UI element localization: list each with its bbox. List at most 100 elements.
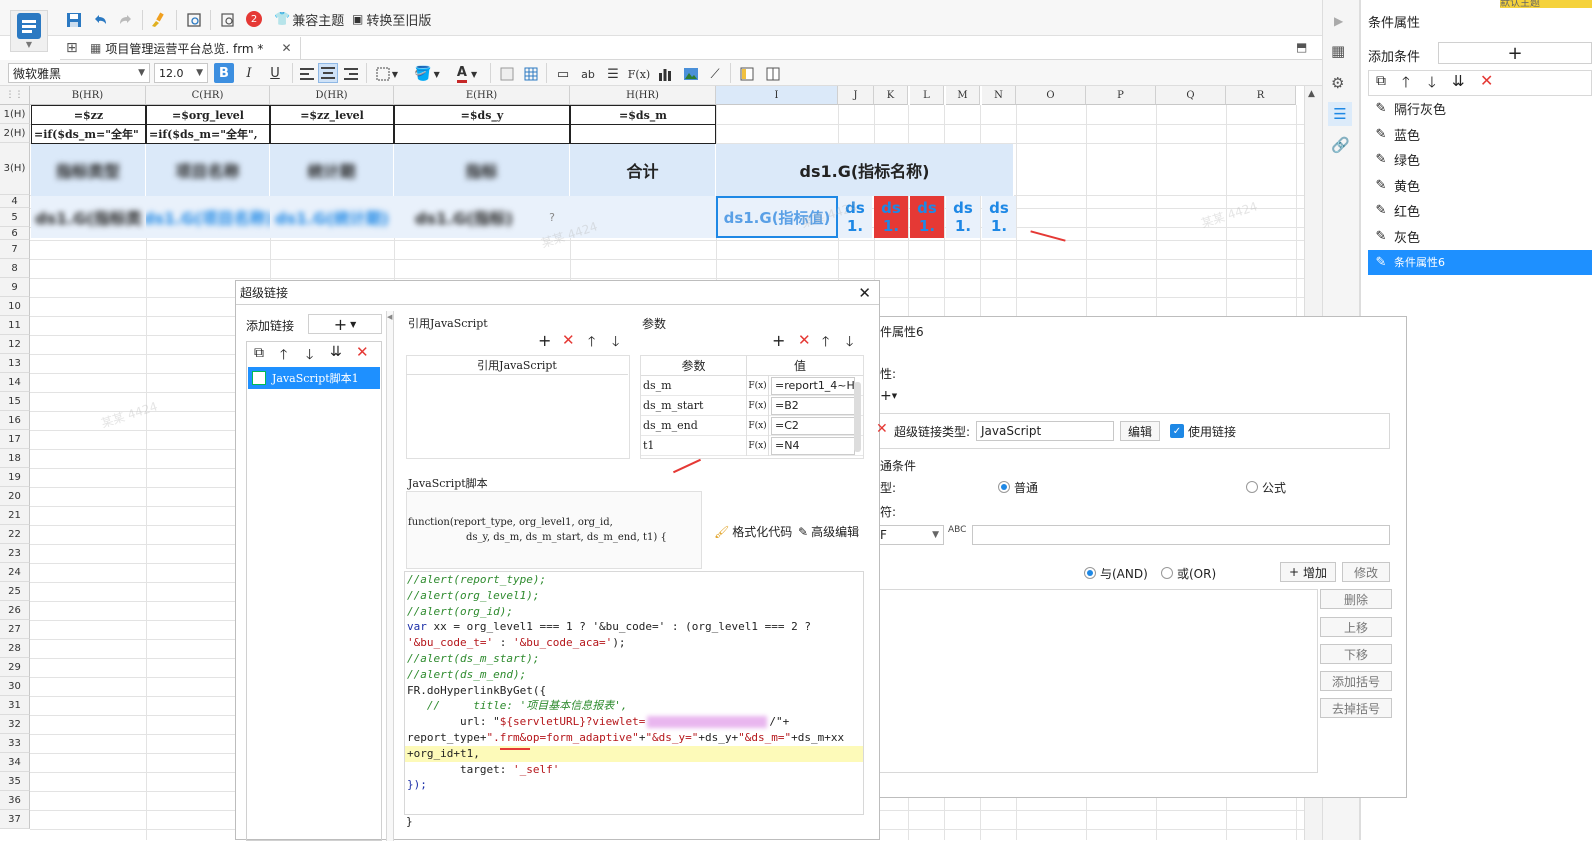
app-menu-button[interactable]: ▼ <box>10 10 48 52</box>
row-header[interactable]: 10 <box>0 297 30 316</box>
formula-button[interactable]: F(x) <box>747 415 769 436</box>
chevron-up-icon[interactable]: ▲ <box>1308 89 1315 99</box>
close-icon[interactable]: ✕ <box>281 41 291 55</box>
row-header[interactable]: 29 <box>0 658 30 677</box>
row-header[interactable]: 30 <box>0 677 30 696</box>
chart-icon[interactable] <box>656 63 674 85</box>
row-header[interactable]: 20 <box>0 487 30 506</box>
header-cell[interactable]: 项目名称 <box>146 144 270 196</box>
row-header[interactable]: 34 <box>0 753 30 772</box>
link-type-field[interactable]: JavaScript <box>976 421 1114 441</box>
row-header[interactable]: 28 <box>0 639 30 658</box>
data-cell[interactable]: ds1.G(统计期) <box>270 196 394 238</box>
small-data-cell[interactable]: ds 1. <box>874 196 908 238</box>
row-header[interactable]: 36 <box>0 791 30 810</box>
modify-button[interactable]: 修改 <box>1342 562 1390 582</box>
code-editor[interactable]: //alert(report_type); //alert(org_level1)… <box>404 571 864 815</box>
cell-r2[interactable] <box>570 124 716 144</box>
arrow-up-icon[interactable]: 🡑 <box>588 331 595 355</box>
delete-icon[interactable]: ✕ <box>1480 71 1493 90</box>
add-link-button[interactable]: + ▼ <box>308 314 382 334</box>
param-row[interactable]: ds_m_start F(x) =B2 <box>641 395 863 416</box>
column-header[interactable]: C(HR) <box>146 86 270 105</box>
param-row[interactable]: t1 F(x) =N4 <box>641 435 863 456</box>
widget-icon[interactable]: ▦ <box>1331 42 1349 60</box>
header-cell[interactable]: 统计期 <box>270 144 394 196</box>
condition-item[interactable]: ✎ 红色 <box>1368 198 1592 223</box>
chevron-right-icon[interactable]: ▶ <box>1334 14 1343 28</box>
move-bottom-icon[interactable]: ⇊ <box>330 344 342 360</box>
tab-report[interactable]: ▦ 项目管理运营平台总览. frm * ✕ <box>90 37 301 59</box>
formula-button[interactable]: F(x) <box>747 375 769 396</box>
cell-r1[interactable]: =$ds_m <box>570 105 716 125</box>
row-header[interactable]: 24 <box>0 563 30 582</box>
delete-icon[interactable]: ✕ <box>562 331 575 349</box>
copy-icon[interactable]: ⧉ <box>254 345 264 361</box>
column-header[interactable]: R <box>1226 86 1296 105</box>
grid-view-icon[interactable]: ⊞ <box>66 40 82 56</box>
row-header[interactable]: 17 <box>0 430 30 449</box>
row-header[interactable]: 11 <box>0 316 30 335</box>
underline-button[interactable]: U <box>266 63 284 83</box>
row-header[interactable]: 33 <box>0 734 30 753</box>
row-header[interactable]: 23 <box>0 544 30 563</box>
row-header[interactable]: 6 <box>0 227 30 240</box>
collapse-icon[interactable]: ⬒ <box>1296 40 1307 54</box>
merge-icon[interactable] <box>498 63 516 85</box>
cell-r2[interactable]: =if($ds_m="全年" <box>31 124 146 144</box>
undo-icon[interactable] <box>90 9 110 31</box>
add-cond-button[interactable]: + 增加 <box>1280 562 1336 582</box>
column-header[interactable]: L <box>910 86 944 105</box>
condition-item[interactable]: ✎ 条件属性6 <box>1368 249 1592 275</box>
row-header[interactable]: 7 <box>0 240 30 259</box>
arrow-down-icon[interactable]: 🡓 <box>1428 72 1436 97</box>
param-value[interactable]: =report1_4~H <box>771 376 855 395</box>
column-header[interactable]: P <box>1086 86 1156 105</box>
move-bottom-icon[interactable]: ⇊ <box>1452 72 1465 90</box>
row-header[interactable]: 25 <box>0 582 30 601</box>
condition-item[interactable]: ✎ 灰色 <box>1368 224 1592 249</box>
column-header[interactable]: M <box>946 86 980 105</box>
add-condition-button[interactable]: + <box>1438 42 1592 64</box>
row-header[interactable]: 26 <box>0 601 30 620</box>
selected-cell[interactable]: ds1.G(指标值) <box>716 196 838 238</box>
row-header[interactable]: 37 <box>0 810 30 829</box>
row-header[interactable]: 2(H) <box>0 124 30 143</box>
cell-r2[interactable]: =if($ds_m="全年", <box>146 124 270 144</box>
value-input[interactable] <box>972 525 1390 545</box>
delete-button[interactable]: 删除 <box>1320 589 1392 609</box>
delete-icon[interactable]: ✕ <box>876 421 888 437</box>
row-header[interactable]: 21 <box>0 506 30 525</box>
row-header[interactable]: 12 <box>0 335 30 354</box>
row-header[interactable]: 5 <box>0 208 30 227</box>
formula-button[interactable]: F(x) <box>747 395 769 416</box>
column-header[interactable]: B(HR) <box>30 86 146 105</box>
hyperlink-icon[interactable]: 🔗 <box>1331 136 1350 154</box>
slash-icon[interactable]: ⟋ <box>706 63 724 85</box>
param-row[interactable]: ds_m_end F(x) =C2 <box>641 415 863 436</box>
condition-item[interactable]: ✎ 蓝色 <box>1368 122 1592 147</box>
small-data-cell[interactable]: ds 1. <box>982 196 1016 238</box>
cell-r1[interactable]: =$zz_level <box>270 105 394 125</box>
align-left-icon[interactable] <box>298 63 316 85</box>
row-header[interactable]: 32 <box>0 715 30 734</box>
row-header[interactable]: 15 <box>0 392 30 411</box>
row-header[interactable]: 14 <box>0 373 30 392</box>
param-value[interactable]: =C2 <box>771 416 855 435</box>
cell-r1[interactable]: =$org_level <box>146 105 270 125</box>
border-icon[interactable]: ▼ <box>372 63 402 85</box>
column-header[interactable]: H(HR) <box>570 86 716 105</box>
copy-icon[interactable]: ⧉ <box>1376 73 1386 89</box>
close-icon[interactable]: ✕ <box>858 284 871 302</box>
down-button[interactable]: 下移 <box>1320 644 1392 664</box>
header-cell[interactable]: 指标类型 <box>31 144 146 196</box>
header-cell[interactable]: ds1.G(指标名称) <box>716 144 1014 196</box>
convert-old-button[interactable]: ▣ 转换至旧版 <box>350 8 433 30</box>
chevron-left-icon[interactable]: ◀ <box>387 313 392 321</box>
advanced-edit-button[interactable]: ✎ 高级编辑 <box>798 523 859 540</box>
arrow-down-icon[interactable]: 🡓 <box>846 331 853 355</box>
arrow-up-icon[interactable]: 🡑 <box>822 331 829 355</box>
splitter[interactable] <box>386 311 394 841</box>
settings-icon[interactable]: ⚙ <box>1331 74 1349 92</box>
arrow-down-icon[interactable]: 🡓 <box>612 331 619 355</box>
